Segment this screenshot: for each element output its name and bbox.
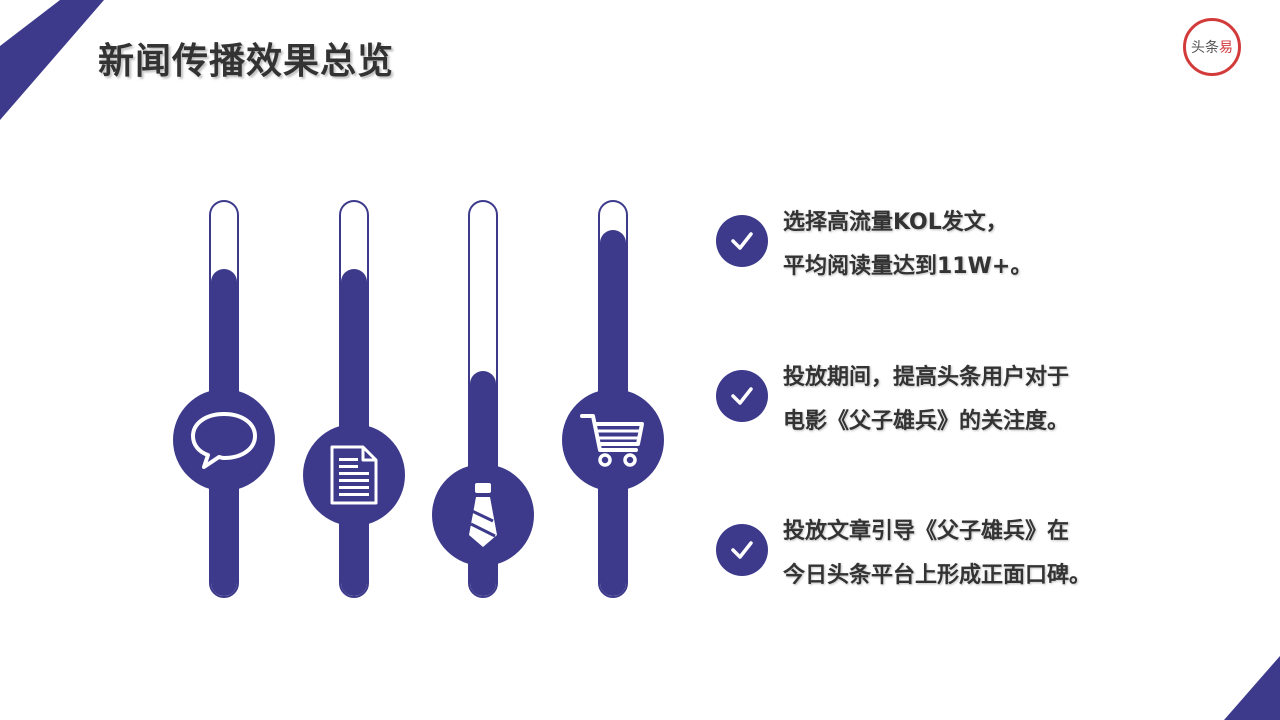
slider-knob-1[interactable] (173, 389, 275, 491)
top-left-corner-stripe (0, 0, 104, 120)
bullet-text-line: 平均阅读量达到11W+。 (783, 254, 1033, 279)
check-icon (716, 370, 768, 422)
bullet-text-line: 投放文章引导《父子雄兵》在 (783, 519, 1070, 544)
bullet-text-line: 今日头条平台上形成正面口碑。 (783, 563, 1092, 588)
toutiaoyi-logo: 头条易 (1183, 18, 1241, 76)
bottom-right-corner-stripe (1224, 656, 1280, 720)
speech-bubble-icon (191, 412, 257, 469)
page-title: 新闻传播效果总览 (98, 41, 395, 82)
slider-2[interactable] (339, 200, 369, 598)
logo-text: 头条 (1191, 40, 1219, 56)
slider-knob-4[interactable] (562, 389, 664, 491)
check-icon (716, 215, 768, 267)
bullet-item-2: 投放期间，提高头条用户对于 电影《父子雄兵》的关注度。 (716, 356, 1069, 444)
check-icon (716, 524, 768, 576)
bullet-text-line: 投放期间，提高头条用户对于 (783, 365, 1070, 390)
bullet-item-3: 投放文章引导《父子雄兵》在 今日头条平台上形成正面口碑。 (716, 510, 1091, 598)
slider-knob-2[interactable] (303, 424, 405, 526)
bullet-text-line: 选择高流量KOL发文， (783, 210, 1008, 235)
document-icon (330, 445, 378, 505)
slider-knob-3[interactable] (432, 464, 534, 566)
bullet-item-1: 选择高流量KOL发文， 平均阅读量达到11W+。 (716, 201, 1032, 289)
bullet-text-line: 电影《父子雄兵》的关注度。 (783, 409, 1070, 434)
logo-text-accent: 易 (1219, 40, 1233, 56)
tie-icon (469, 483, 497, 547)
shopping-cart-icon (580, 414, 644, 467)
